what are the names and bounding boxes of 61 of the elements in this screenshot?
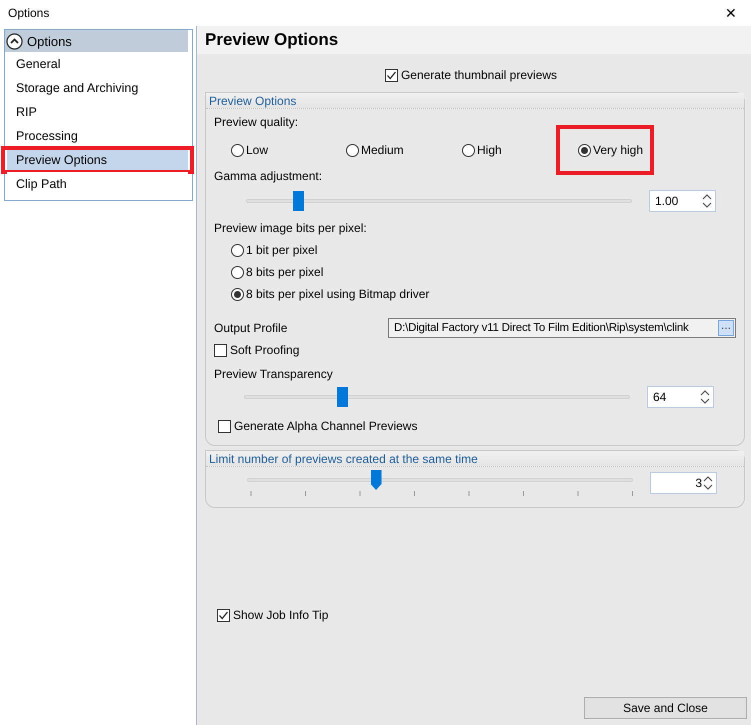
radio-option[interactable]: 1 bit per pixel [231, 241, 736, 259]
checkbox[interactable] [384, 68, 398, 82]
field-label: Preview image bits per pixel: [214, 221, 368, 235]
slider-thumb[interactable] [293, 191, 304, 211]
group-title: Limit number of previews created at the same time [209, 452, 478, 466]
radio-button[interactable] [231, 244, 244, 256]
close-button[interactable]: ✕ [719, 5, 743, 21]
checkbox-label: Show Job Info Tip [233, 608, 328, 622]
radio-option[interactable]: Low [231, 141, 268, 159]
radio-button[interactable] [231, 266, 244, 278]
tree-header[interactable]: Options [5, 30, 188, 52]
radio-button[interactable] [578, 144, 591, 156]
checkbox[interactable] [214, 344, 227, 356]
radio-button[interactable] [346, 144, 359, 156]
radio-option[interactable]: Medium [346, 141, 404, 159]
field-label: Output Profile [214, 321, 288, 335]
spin-arrows-icon[interactable] [702, 474, 714, 492]
slider[interactable] [246, 190, 632, 212]
checkbox-label: Generate thumbnail previews [400, 68, 558, 82]
window-title: Options [8, 6, 50, 20]
radio-label: 8 bits per pixel using Bitmap driver [246, 287, 430, 301]
field-label: Preview Transparency [214, 367, 333, 381]
checkbox-label: Generate Alpha Channel Previews [234, 419, 418, 433]
spin-field[interactable]: 1.00 [649, 190, 716, 212]
radio-label: 8 bits per pixel [246, 265, 324, 279]
radio-option[interactable]: Very high [578, 141, 644, 159]
field-label: Gamma adjustment: [214, 169, 324, 183]
radio-option[interactable]: 8 bits per pixel [231, 263, 736, 281]
spin-field[interactable]: 3 [650, 472, 717, 494]
spin-arrows-icon[interactable] [701, 192, 713, 210]
spin-arrows-icon[interactable] [699, 388, 711, 406]
radio-label: High [477, 143, 502, 157]
checkbox-label: Soft Proofing [230, 343, 300, 357]
save-and-close-button[interactable]: Save and Close [584, 697, 747, 719]
alpha-checkbox[interactable]: Generate Alpha Channel Previews [218, 417, 736, 435]
path-field[interactable]: D:\Digital Factory v11 Direct To Film Edition\Rip\system\clink ··· [388, 318, 736, 338]
radio-button[interactable] [231, 144, 244, 156]
field-label: Preview quality: [214, 115, 300, 129]
radio-label: 1 bit per pixel [246, 243, 318, 257]
spin-field[interactable]: 64 [647, 386, 714, 408]
browse-button[interactable]: ··· [718, 320, 734, 336]
page-title: Preview Options [205, 30, 338, 50]
checkbox[interactable] [217, 608, 230, 622]
checkbox[interactable] [218, 420, 231, 432]
slider[interactable] [244, 386, 630, 408]
radio-label: Medium [361, 143, 404, 157]
thumbnail-checkbox[interactable]: Generate thumbnail previews [384, 66, 558, 84]
collapse-icon[interactable] [6, 32, 23, 50]
radio-label: Very high [593, 143, 644, 157]
slider-thumb[interactable] [370, 470, 382, 490]
radio-label: Low [246, 143, 268, 157]
soft-proofing-checkbox[interactable]: Soft Proofing [214, 341, 736, 359]
slider-thumb[interactable] [337, 387, 348, 407]
job-info-checkbox[interactable]: Show Job Info Tip [217, 606, 745, 624]
slider[interactable] [247, 469, 633, 497]
tree-header-label: Options [27, 34, 72, 48]
radio-option[interactable]: High [462, 141, 502, 159]
radio-option[interactable]: 8 bits per pixel using Bitmap driver [231, 285, 736, 303]
radio-button[interactable] [231, 288, 244, 300]
group-title: Preview Options [209, 94, 296, 108]
radio-button[interactable] [462, 144, 475, 156]
